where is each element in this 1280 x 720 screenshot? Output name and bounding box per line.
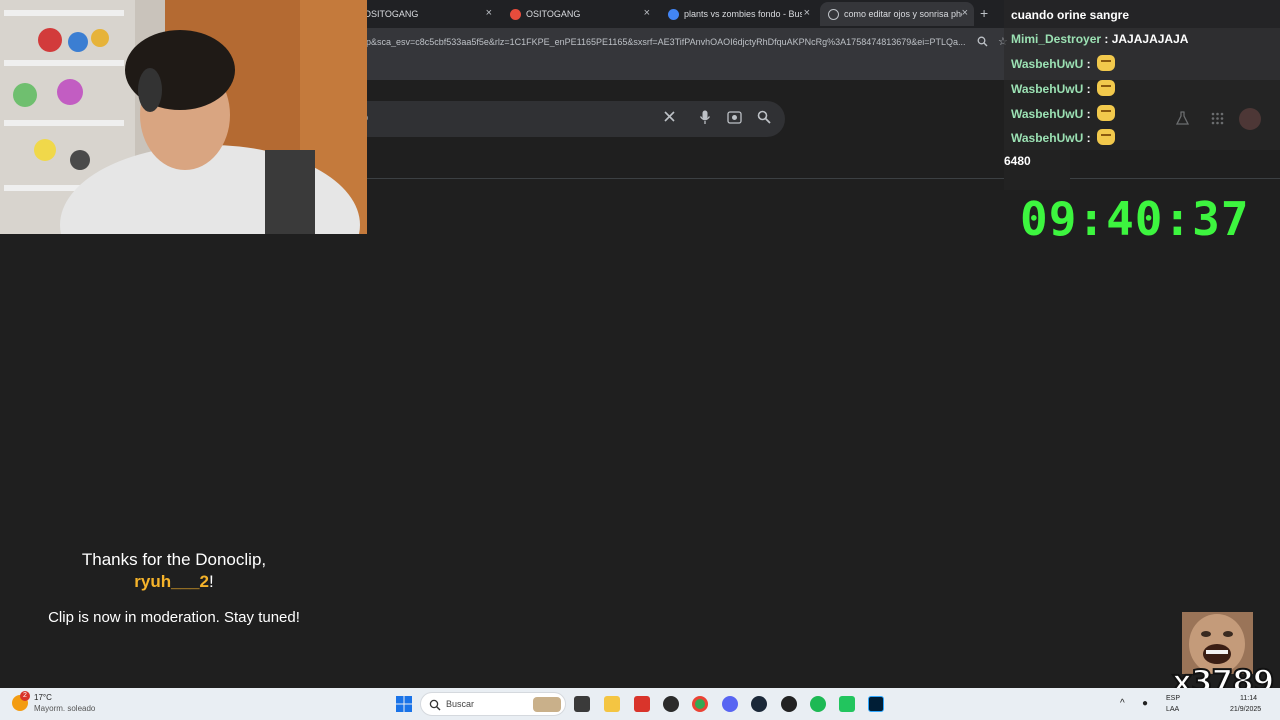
search-icon: [429, 698, 441, 716]
loading-favicon-icon: [828, 8, 839, 20]
tab-close-icon[interactable]: ×: [962, 7, 968, 19]
chat-separator: :: [1101, 32, 1112, 46]
taskbar-time[interactable]: 11:14: [1240, 695, 1257, 702]
tab-como-editar[interactable]: como editar ojos y sonrisa pho ×: [820, 2, 974, 26]
results-divider: [366, 178, 1280, 179]
chat-text: JAJAJAJAJA: [1111, 32, 1189, 46]
task-view-icon[interactable]: [574, 696, 590, 712]
lens-camera-icon[interactable]: [727, 110, 742, 127]
tab-label: OSITOGANG: [526, 9, 581, 19]
chrome-icon[interactable]: [692, 696, 708, 712]
viewer-count: 6480: [1004, 154, 1031, 168]
chat-separator: :: [1083, 107, 1094, 121]
weather-badge: 2: [20, 691, 30, 701]
donoclip-thanks: Thanks for the Donoclip, ryuh___2!: [0, 550, 348, 592]
search-submit-icon[interactable]: [757, 110, 771, 127]
chat-message: WasbehUwU :: [1011, 129, 1115, 145]
cat-emote-icon: [1096, 55, 1115, 71]
donor-name: ryuh___2: [134, 572, 209, 591]
chat-separator: :: [1083, 57, 1094, 71]
tray-chevron-icon[interactable]: ^: [1120, 698, 1125, 709]
windows-start-icon[interactable]: [396, 696, 412, 712]
red-app-icon[interactable]: [634, 696, 650, 712]
reddit-favicon-icon: [510, 8, 521, 20]
cat-emote-icon: [1096, 129, 1115, 145]
tab-close-icon[interactable]: ×: [804, 7, 810, 19]
chat-message: WasbehUwU :: [1011, 105, 1115, 121]
viewer-count-box: 6480: [1004, 150, 1070, 190]
chat-message: WasbehUwU :: [1011, 55, 1115, 71]
streamer-webcam-image: [0, 0, 367, 234]
stream-screen: OSITOGANG × OSITOGANG × plants vs zombie…: [0, 0, 1280, 720]
donoclip-status: Clip is now in moderation. Stay tuned!: [48, 609, 300, 626]
chat-username: WasbehUwU: [1011, 107, 1084, 121]
spotify-icon[interactable]: [810, 696, 826, 712]
clear-search-icon[interactable]: [663, 110, 676, 126]
tab-plants-vs-zombies[interactable]: plants vs zombies fondo - Busc ×: [660, 2, 816, 26]
github-icon[interactable]: [781, 696, 797, 712]
photoshop-icon[interactable]: [868, 696, 884, 712]
file-explorer-icon[interactable]: [604, 696, 620, 712]
address-bar[interactable]: p&sca_esv=c8c5cbf533aa5f5e&rlz=1C1FKPE_e…: [366, 37, 966, 47]
donoclip-donor-line: ryuh___2!: [0, 572, 348, 592]
new-tab-button[interactable]: +: [980, 5, 988, 21]
microphone-tray-icon[interactable]: ●: [1142, 698, 1148, 709]
chat-separator: :: [1083, 131, 1094, 145]
green-app-icon[interactable]: [839, 696, 855, 712]
taskbar-search-placeholder: Buscar: [446, 699, 475, 709]
google-favicon-icon: [668, 8, 679, 20]
taskbar-search[interactable]: Buscar: [420, 692, 566, 716]
chat-username: Mimi_Destroyer: [1011, 32, 1102, 46]
microphone-icon[interactable]: [699, 110, 711, 128]
donoclip-thanks-text: Thanks for the Donoclip,: [81, 550, 267, 569]
taskbar-date[interactable]: 21/9/2025: [1230, 706, 1261, 713]
windows-taskbar: 2 17°C Mayorm. soleado Buscar ^ ● ESP LA…: [0, 688, 1280, 720]
stream-clock: 09:40:37: [1020, 192, 1250, 246]
steam-icon[interactable]: [751, 696, 767, 712]
weather-temp: 17°C: [34, 693, 52, 702]
chat-username: WasbehUwU: [1011, 131, 1084, 145]
zoom-icon[interactable]: [977, 36, 988, 50]
cat-emote-icon: [1096, 105, 1115, 121]
tab-ositogang-1[interactable]: OSITOGANG ×: [356, 2, 498, 26]
obs-icon[interactable]: [663, 696, 679, 712]
chat-separator: :: [1083, 82, 1094, 96]
language-top[interactable]: ESP: [1166, 695, 1180, 702]
chat-username: WasbehUwU: [1011, 82, 1084, 96]
chat-username: WasbehUwU: [1011, 57, 1084, 71]
tab-label: OSITOGANG: [364, 9, 419, 19]
webcam-overlay: [0, 0, 367, 234]
chat-wrapped-line: cuando orine sangre: [1011, 8, 1130, 22]
tab-label: como editar ojos y sonrisa pho: [844, 9, 962, 19]
chat-message: Mimi_Destroyer : JAJAJAJAJA: [1011, 32, 1188, 46]
discord-icon[interactable]: [722, 696, 738, 712]
tab-label: plants vs zombies fondo - Busc: [684, 9, 802, 19]
language-bottom[interactable]: LAA: [1166, 706, 1179, 713]
google-search-box[interactable]: o: [350, 101, 785, 137]
tab-close-icon[interactable]: ×: [486, 7, 492, 19]
chat-overlay: cuando orine sangre Mimi_Destroyer : JAJ…: [1004, 0, 1280, 150]
chat-message: WasbehUwU :: [1011, 80, 1115, 96]
tab-ositogang-2[interactable]: OSITOGANG ×: [502, 2, 656, 26]
cat-emote-icon: [1096, 80, 1115, 96]
search-highlight-image: [533, 697, 561, 712]
tab-close-icon[interactable]: ×: [644, 7, 650, 19]
donor-exclaim: !: [208, 572, 214, 591]
weather-condition: Mayorm. soleado: [34, 704, 96, 713]
